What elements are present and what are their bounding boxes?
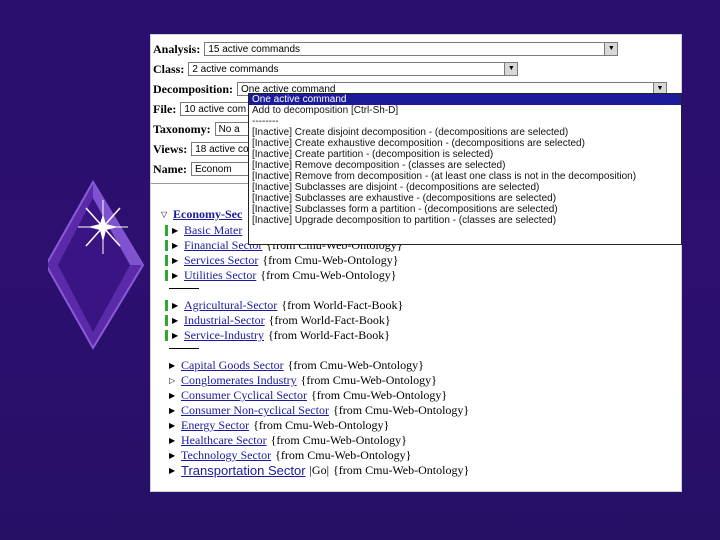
tree-node[interactable]: ▶ Service-Industry {from World-Fact-Book… (165, 328, 390, 343)
triangle-right-icon[interactable]: ▶ (172, 271, 180, 280)
dropdown-item[interactable]: [Inactive] Remove decomposition - (class… (249, 160, 681, 171)
tree-node[interactable]: ▶ Utilities Sector {from Cmu-Web-Ontolog… (165, 268, 397, 283)
file-label: File: (153, 101, 177, 116)
triangle-right-icon[interactable]: ▶ (172, 331, 180, 340)
diamond-star-decoration (44, 180, 148, 350)
name-label: Name: (153, 161, 187, 176)
analysis-label: Analysis: (153, 41, 201, 56)
marker-bar (165, 300, 168, 311)
triangle-down-icon[interactable]: ▽ (161, 210, 169, 219)
triangle-right-icon[interactable]: ▶ (169, 421, 177, 430)
triangle-right-outline-icon[interactable]: ▷ (169, 376, 177, 385)
tree-node[interactable]: ▶ Energy Sector {from Cmu-Web-Ontology} (169, 418, 389, 433)
triangle-right-icon[interactable]: ▶ (169, 406, 177, 415)
file-select-value: 10 active com (184, 104, 247, 115)
dropdown-separator: -------- (252, 116, 279, 127)
triangle-right-icon[interactable]: ▶ (172, 226, 180, 235)
marker-bar (165, 315, 168, 326)
taxonomy-label: Taxonomy: (153, 121, 211, 136)
triangle-right-icon[interactable]: ▶ (169, 361, 177, 370)
tree-node[interactable]: ▶ Agricultural-Sector {from World-Fact-B… (165, 298, 403, 313)
decomposition-label: Decomposition: (153, 81, 233, 96)
marker-bar (165, 240, 168, 251)
class-select-value: 2 active commands (192, 64, 279, 75)
dropdown-item[interactable]: [Inactive] Create disjoint decomposition… (249, 127, 681, 138)
dropdown-item[interactable]: [Inactive] Create partition - (decomposi… (249, 149, 681, 160)
triangle-right-icon[interactable]: ▶ (169, 436, 177, 445)
dropdown-item[interactable]: [Inactive] Upgrade decomposition to part… (249, 215, 681, 226)
triangle-right-icon[interactable]: ▶ (172, 301, 180, 310)
analysis-select-value: 15 active commands (208, 44, 301, 55)
triangle-right-icon[interactable]: ▶ (172, 316, 180, 325)
triangle-right-icon[interactable]: ▶ (172, 241, 180, 250)
analysis-row: Analysis: 15 active commands ▼ (153, 41, 619, 57)
taxonomy-row: Taxonomy: No a (153, 121, 255, 137)
chevron-down-icon[interactable]: ▼ (604, 43, 618, 55)
tree-node[interactable]: ▶ Consumer Cyclical Sector {from Cmu-Web… (169, 388, 447, 403)
tree-node[interactable]: ▶ Industrial-Sector {from World-Fact-Boo… (165, 313, 391, 328)
tree-node[interactable]: ▶ Consumer Non-cyclical Sector {from Cmu… (169, 403, 469, 418)
class-label: Class: (153, 61, 185, 76)
tree-node[interactable]: ▶ Healthcare Sector {from Cmu-Web-Ontolo… (169, 433, 407, 448)
triangle-right-icon[interactable]: ▶ (169, 391, 177, 400)
marker-bar (165, 255, 168, 266)
tree-node[interactable]: ▷ Conglomerates Industry {from Cmu-Web-O… (169, 373, 437, 388)
dropdown-item[interactable]: One active command (249, 94, 681, 105)
triangle-right-icon[interactable]: ▶ (172, 256, 180, 265)
triangle-right-icon[interactable]: ▶ (169, 466, 177, 475)
tree-node[interactable]: ▶ Technology Sector {from Cmu-Web-Ontolo… (169, 448, 411, 463)
dropdown-item[interactable]: [Inactive] Subclasses form a partition -… (249, 204, 681, 215)
dropdown-item[interactable]: [Inactive] Create exhaustive decompositi… (249, 138, 681, 149)
tree-root-label[interactable]: Economy-Sec (173, 207, 242, 222)
tree-node[interactable]: ▶ Capital Goods Sector {from Cmu-Web-Ont… (169, 358, 424, 373)
views-label: Views: (153, 141, 188, 156)
separator (169, 348, 199, 349)
views-row: Views: 18 active co (153, 141, 262, 157)
class-select[interactable]: 2 active commands ▼ (188, 62, 519, 76)
tree-node[interactable]: ▶ Basic Mater (165, 223, 246, 238)
dropdown-item[interactable]: [Inactive] Subclasses are disjoint - (de… (249, 182, 681, 193)
dropdown-item[interactable]: [Inactive] Subclasses are exhaustive - (… (249, 193, 681, 204)
views-select-value: 18 active co (195, 144, 249, 155)
tree-node-selected[interactable]: ▶ Transportation Sector |Go| {from Cmu-W… (169, 463, 469, 478)
go-link[interactable]: |Go| (310, 463, 329, 478)
tree-root[interactable]: ▽ Economy-Sec (161, 207, 242, 222)
marker-bar (165, 225, 168, 236)
marker-bar (165, 270, 168, 281)
tree-node[interactable]: ▶ Services Sector {from Cmu-Web-Ontology… (165, 253, 399, 268)
marker-bar (165, 330, 168, 341)
class-row: Class: 2 active commands ▼ (153, 61, 519, 77)
name-input-value: Econom (194, 164, 232, 175)
dropdown-item[interactable]: [Inactive] Remove from decomposition - (… (249, 171, 681, 182)
chevron-down-icon[interactable]: ▼ (504, 63, 518, 75)
dropdown-item[interactable]: Add to decomposition [Ctrl-Sh-D] (249, 105, 681, 116)
decomposition-dropdown-list[interactable]: One active command Add to decomposition … (248, 93, 682, 245)
separator (169, 288, 199, 289)
triangle-right-icon[interactable]: ▶ (169, 451, 177, 460)
taxonomy-select-value: No a (218, 124, 240, 135)
analysis-select[interactable]: 15 active commands ▼ (204, 42, 619, 56)
